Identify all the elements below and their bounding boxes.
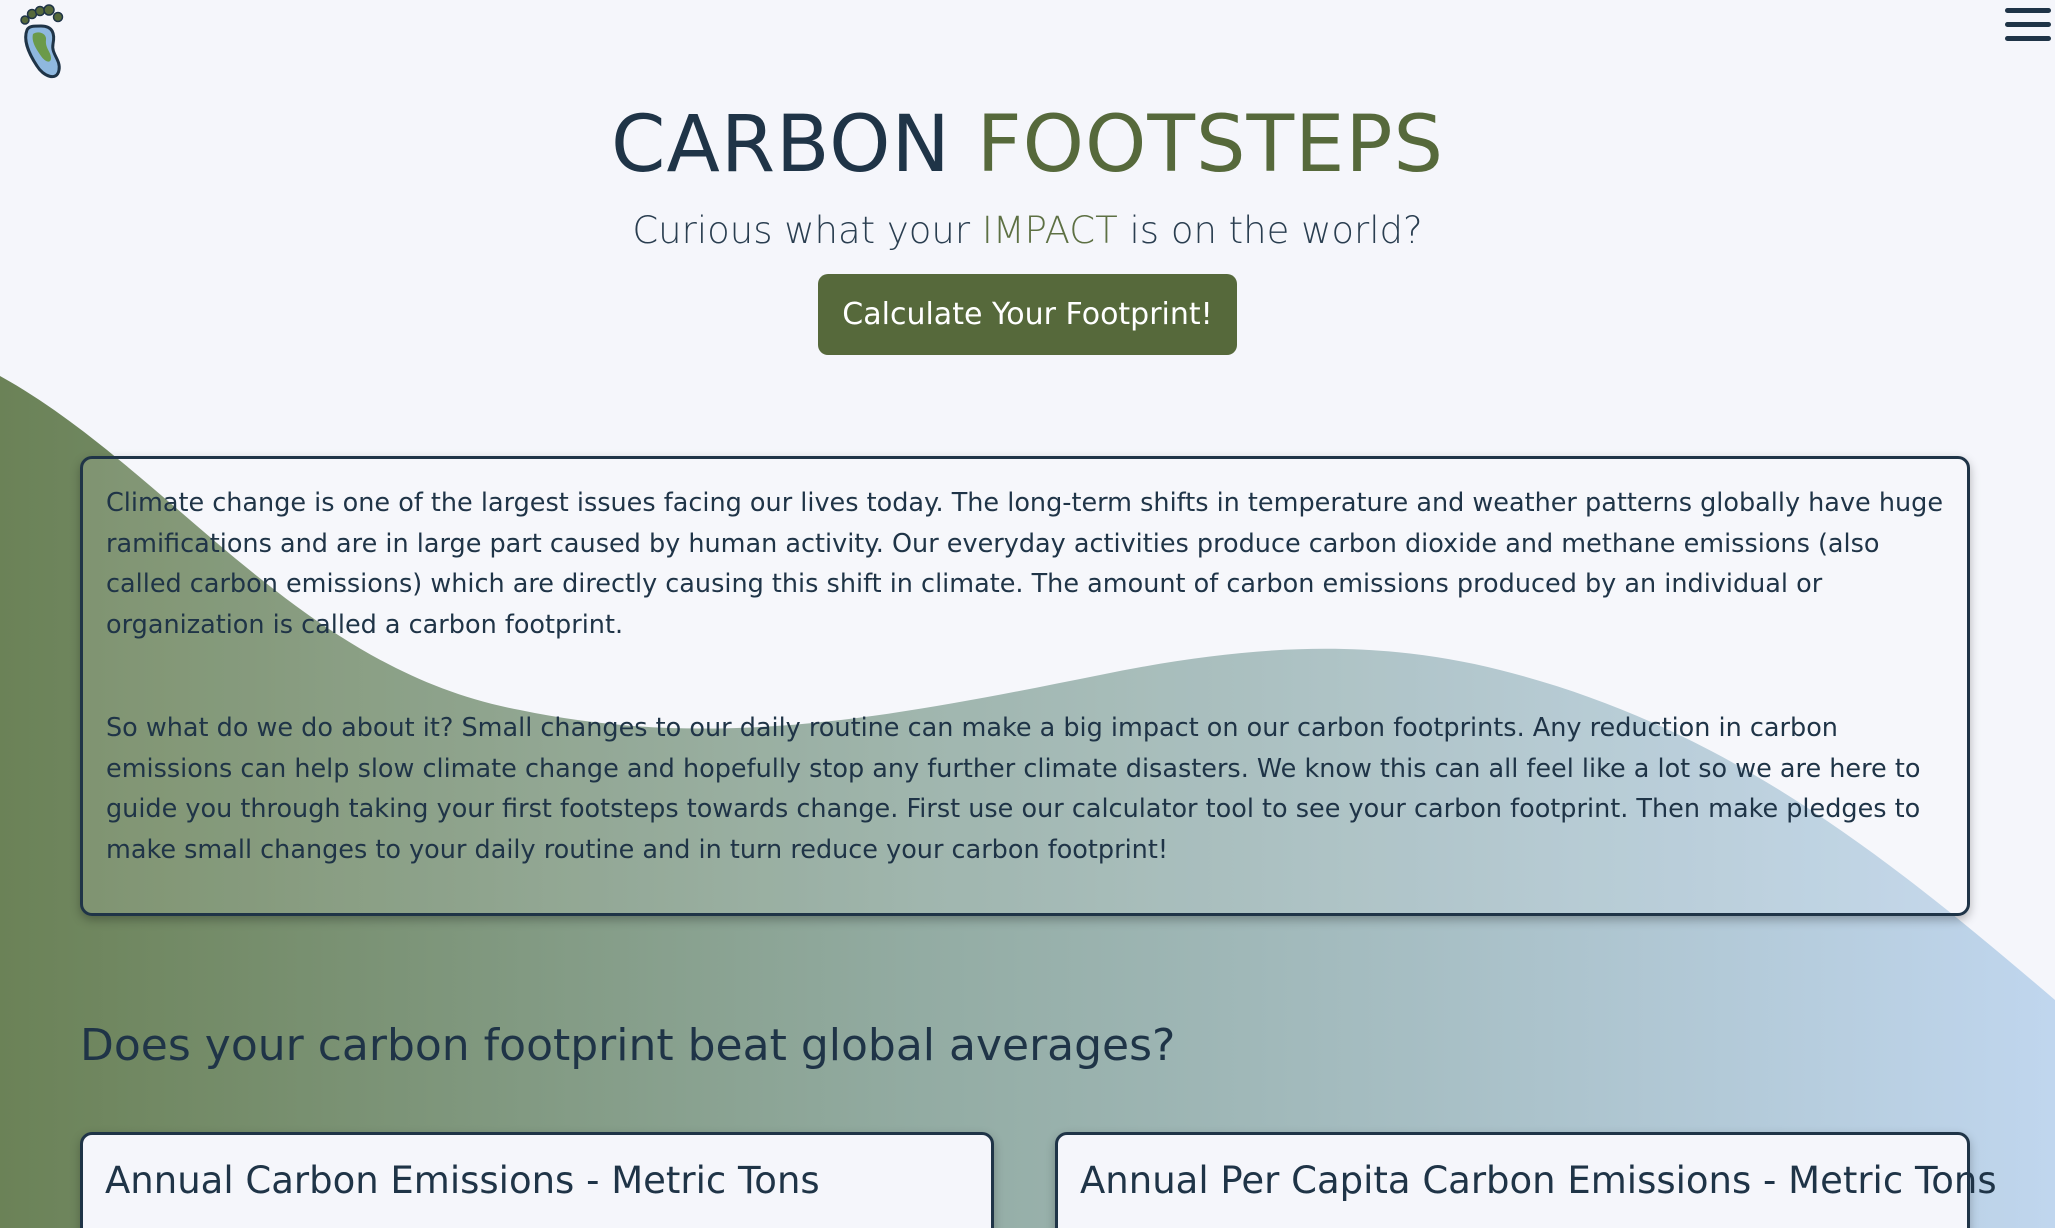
- calculate-footprint-button[interactable]: Calculate Your Footprint!: [818, 274, 1237, 355]
- intro-paragraph-2: So what do we do about it? Small changes…: [106, 713, 1921, 865]
- per-capita-emissions-card: Annual Per Capita Carbon Emissions - Met…: [1055, 1132, 1997, 1228]
- tagline-impact: IMPACT: [981, 209, 1118, 252]
- site-title: CARBON FOOTSTEPS: [0, 96, 2055, 194]
- intro-card: Climate change is one of the largest iss…: [80, 456, 1970, 916]
- tagline: Curious what your IMPACT is on the world…: [0, 208, 2055, 254]
- hamburger-menu-icon[interactable]: [2005, 8, 2055, 52]
- site-title-footsteps: FOOTSTEPS: [976, 100, 1444, 190]
- annual-emissions-title: Annual Carbon Emissions - Metric Tons: [105, 1159, 820, 1202]
- per-capita-emissions-title: Annual Per Capita Carbon Emissions - Met…: [1080, 1159, 1997, 1202]
- annual-emissions-card: Annual Carbon Emissions - Metric Tons: [80, 1132, 994, 1228]
- tagline-end: is on the world?: [1117, 209, 1423, 252]
- tagline-start: Curious what your: [632, 209, 982, 252]
- hero-section: CARBON FOOTSTEPS Curious what your IMPAC…: [0, 96, 2055, 355]
- global-averages-heading: Does your carbon footprint beat global a…: [80, 1020, 1176, 1071]
- intro-paragraph-1: Climate change is one of the largest iss…: [106, 488, 1944, 640]
- menu-bar: [2005, 22, 2051, 27]
- menu-bar: [2005, 36, 2051, 41]
- menu-bar: [2005, 8, 2051, 13]
- footprint-logo-icon[interactable]: [19, 4, 65, 82]
- page: CARBON FOOTSTEPS Curious what your IMPAC…: [0, 0, 2055, 1228]
- site-title-carbon: CARBON: [611, 100, 951, 190]
